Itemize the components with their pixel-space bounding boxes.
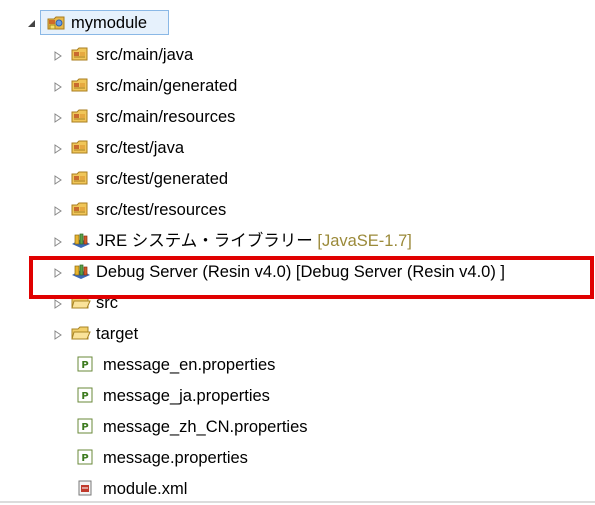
tree-node[interactable]: src/test/java — [0, 133, 595, 164]
tree-node-label: src/test/generated — [96, 169, 228, 189]
source-folder-icon — [71, 139, 89, 157]
tree-node-label: JRE システム・ライブラリー [JavaSE-1.7] — [96, 231, 412, 251]
properties-file-icon: P — [77, 418, 95, 436]
tree-node-text: src/test/generated — [96, 170, 229, 188]
tree-node-text: message_zh_CN.properties — [103, 418, 308, 436]
source-folder-icon — [71, 170, 89, 188]
svg-text:P: P — [81, 360, 88, 371]
collapsed-triangle-icon[interactable] — [53, 81, 63, 93]
tree-node[interactable]: src/main/generated — [0, 71, 595, 102]
tree-node-decoration: [JavaSE-1.7] — [317, 232, 412, 250]
source-folder-icon — [71, 108, 89, 126]
collapsed-triangle-icon[interactable] — [53, 112, 63, 124]
tree-node[interactable]: JRE システム・ライブラリー [JavaSE-1.7] — [0, 226, 595, 257]
source-folder-icon — [71, 46, 89, 64]
tree-node-text: message_ja.properties — [103, 387, 270, 405]
annotation-highlight-box — [29, 256, 594, 299]
svg-text:P: P — [81, 453, 88, 464]
source-folder-icon — [71, 201, 89, 219]
collapsed-triangle-icon[interactable] — [53, 50, 63, 62]
collapsed-triangle-icon[interactable] — [53, 298, 63, 310]
svg-text:P: P — [81, 422, 88, 433]
collapsed-triangle-icon[interactable] — [53, 143, 63, 155]
tree-node-label: message_en.properties — [103, 355, 275, 375]
properties-file-icon: P — [77, 356, 95, 374]
tree-node[interactable]: target — [0, 319, 595, 350]
folder-icon — [71, 325, 91, 343]
tree-node[interactable]: Pmessage_zh_CN.properties — [0, 412, 595, 443]
tree-node-label: message.properties — [103, 448, 248, 468]
tree-node[interactable]: Pmessage_ja.properties — [0, 381, 595, 412]
project-explorer-tree: mymodule src/main/java src/main/generated… — [0, 6, 595, 505]
properties-file-icon: P — [77, 387, 95, 405]
tree-node-label: mymodule — [71, 14, 148, 32]
tree-node[interactable]: Pmessage.properties — [0, 443, 595, 474]
tree-node-label: src/test/java — [96, 138, 184, 158]
tree-node-label: src/main/resources — [96, 107, 235, 127]
tree-node-text: target — [96, 325, 139, 343]
tree-node-label: target — [96, 324, 138, 344]
tree-node-text: src/test/java — [96, 139, 185, 157]
tree-node-text: module.xml — [103, 480, 188, 498]
library-icon — [71, 232, 90, 250]
tree-node-label: src/test/resources — [96, 200, 226, 220]
tree-node-text: JRE システム・ライブラリー — [96, 232, 313, 250]
tree-node[interactable]: src/test/resources — [0, 195, 595, 226]
tree-node[interactable]: src/main/java — [0, 40, 595, 71]
tree-node-label: src/main/generated — [96, 76, 237, 96]
collapsed-triangle-icon[interactable] — [53, 236, 63, 248]
tree-node[interactable]: Pmessage_en.properties — [0, 350, 595, 381]
tree-node-label: message_ja.properties — [103, 386, 270, 406]
tree-node-label: src/main/java — [96, 45, 193, 65]
svg-text:P: P — [81, 391, 88, 402]
tree-node-label: module.xml — [103, 479, 187, 499]
tree-node-text: src/main/generated — [96, 77, 238, 95]
collapsed-triangle-icon[interactable] — [53, 329, 63, 341]
tree-node[interactable]: src/main/resources — [0, 102, 595, 133]
tree-node-text: src/main/java — [96, 46, 194, 64]
tree-node-text: message_en.properties — [103, 356, 276, 374]
java-project-icon — [46, 13, 65, 31]
expanded-triangle-icon[interactable] — [26, 17, 36, 29]
tree-node-mymodule[interactable]: mymodule — [0, 6, 595, 40]
tree-node-text: src/test/resources — [96, 201, 227, 219]
tree-node-label: message_zh_CN.properties — [103, 417, 308, 437]
properties-file-icon: P — [77, 449, 95, 467]
tree-node-text: src/main/resources — [96, 108, 236, 126]
collapsed-triangle-icon[interactable] — [53, 174, 63, 186]
tree-node-text: message.properties — [103, 449, 248, 467]
collapsed-triangle-icon[interactable] — [53, 205, 63, 217]
tree-node[interactable]: src/test/generated — [0, 164, 595, 195]
xml-file-icon — [77, 480, 95, 498]
source-folder-icon — [71, 77, 89, 95]
